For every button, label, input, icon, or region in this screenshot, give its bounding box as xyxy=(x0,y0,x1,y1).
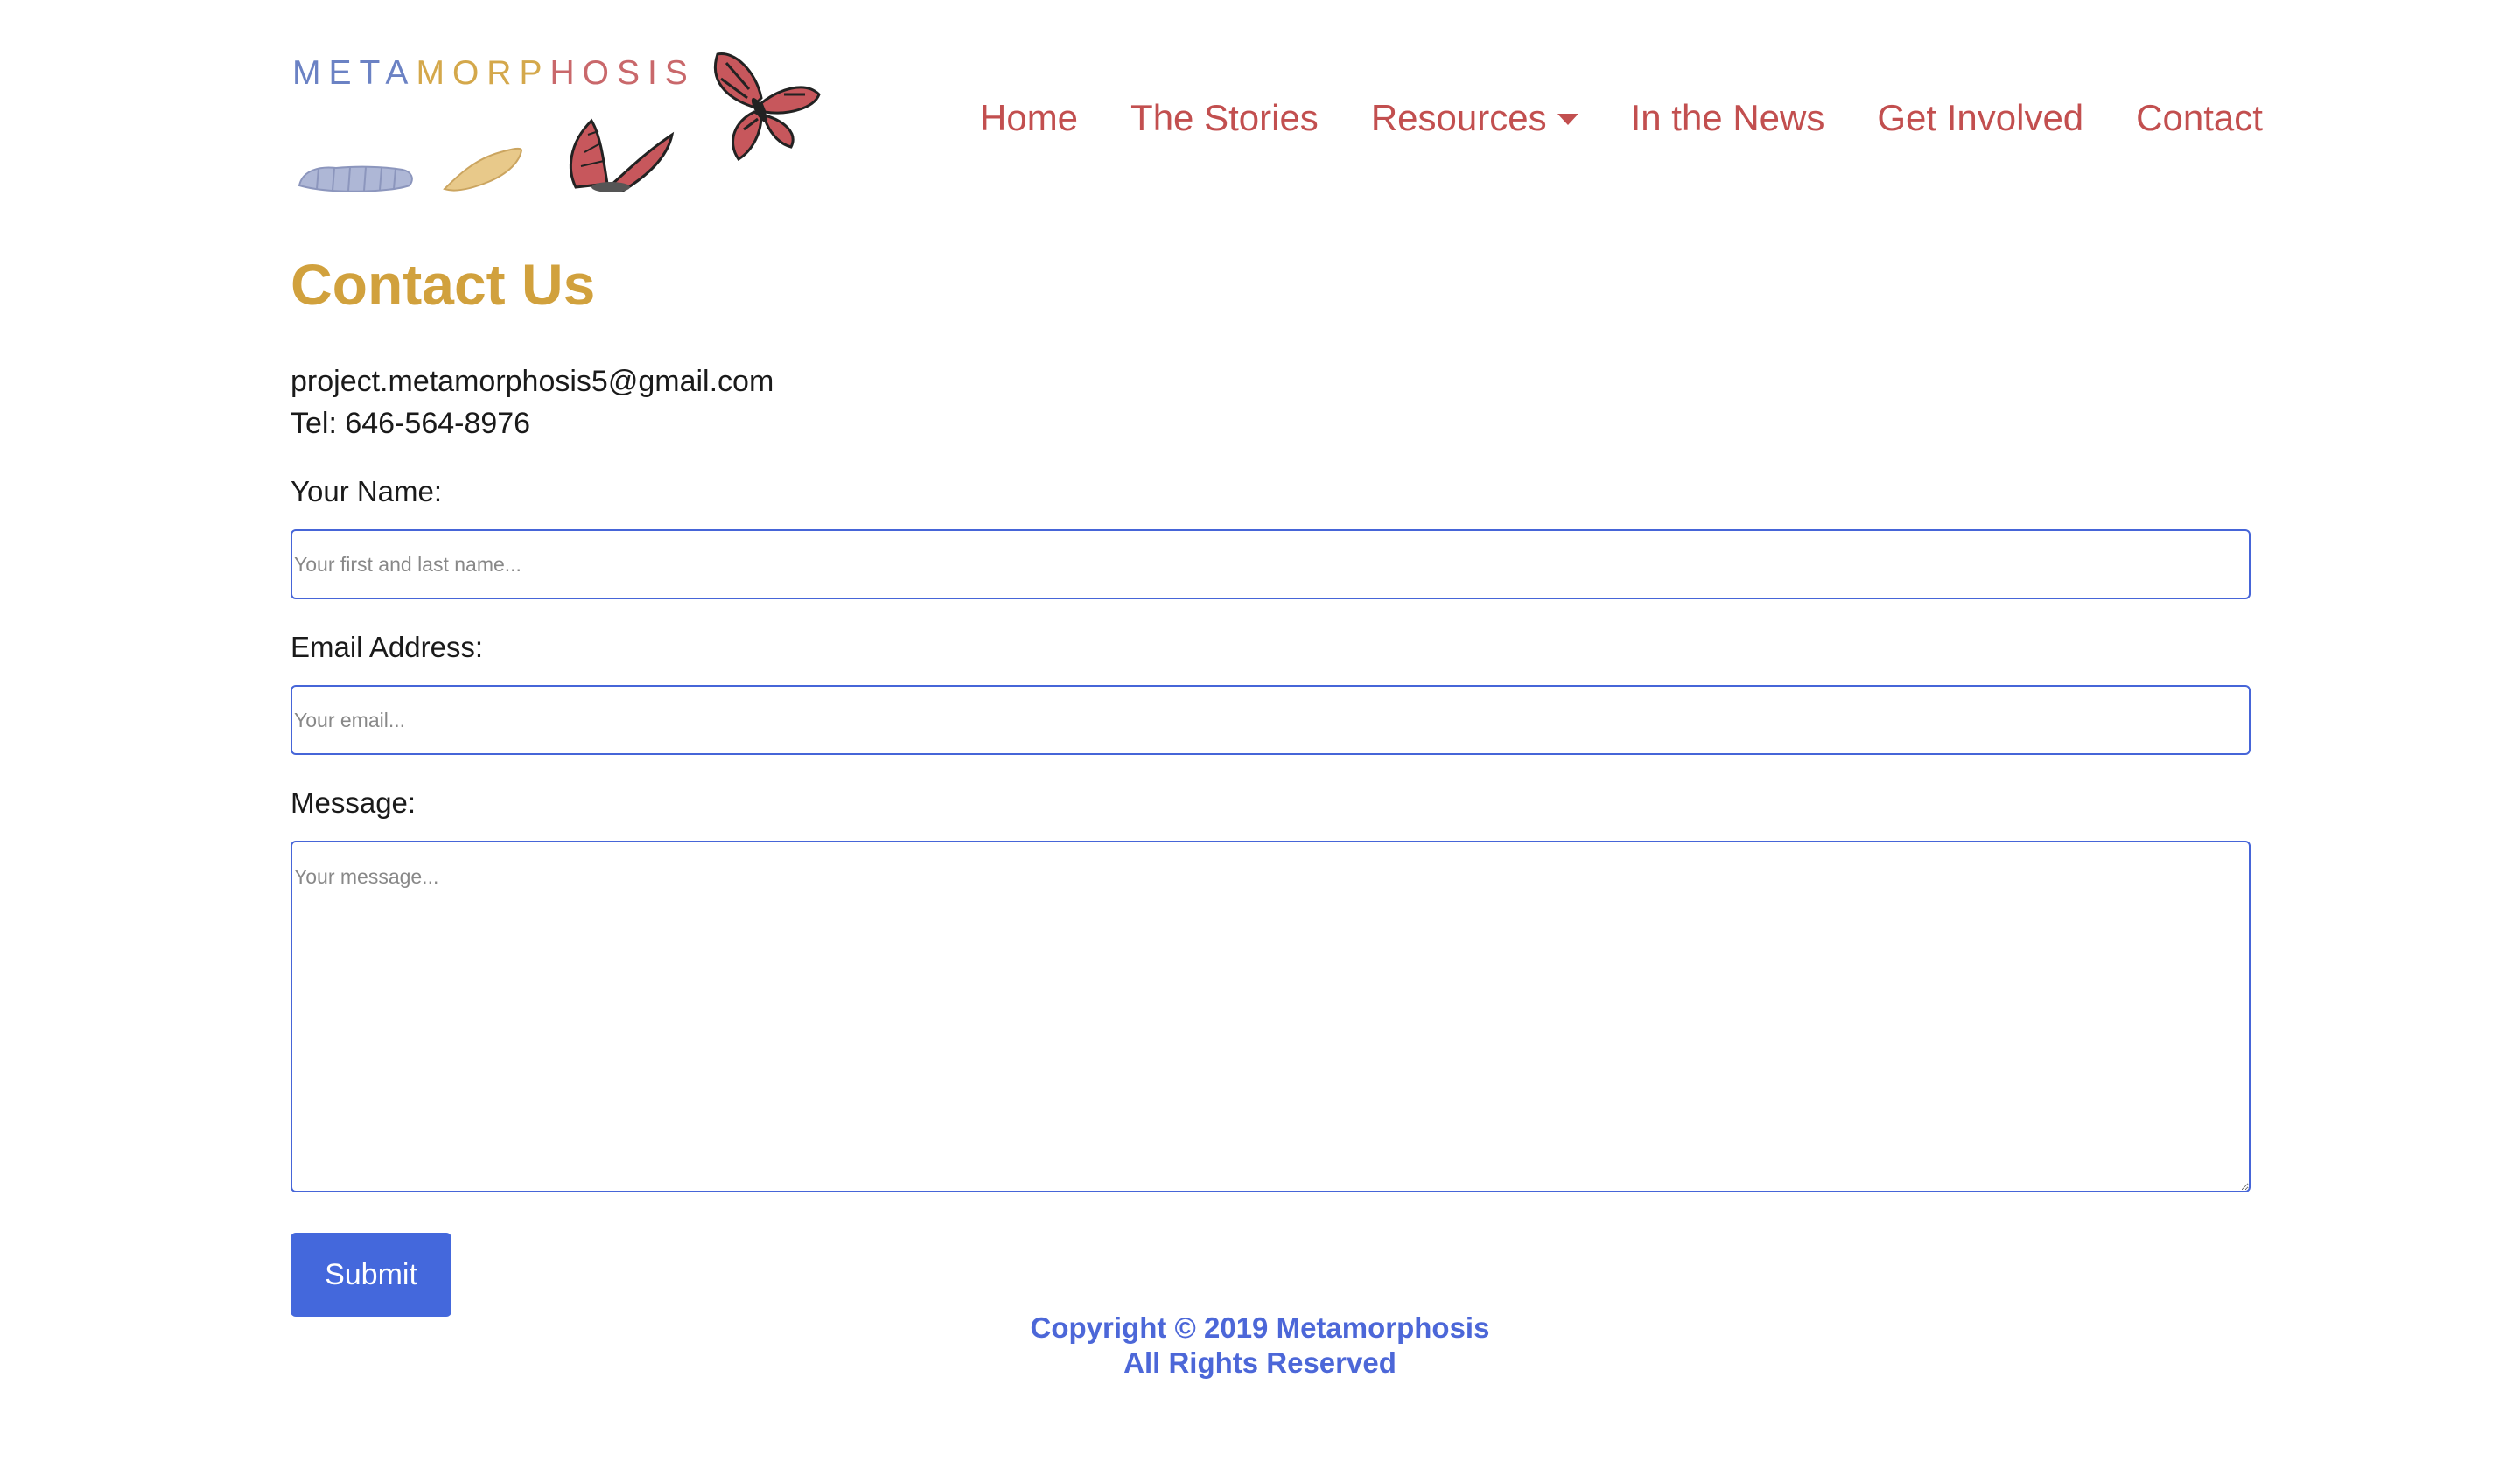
nav-in-the-news[interactable]: In the News xyxy=(1631,97,1825,139)
email-label: Email Address: xyxy=(290,631,484,663)
main-nav: Home The Stories Resources In the News G… xyxy=(980,92,2263,144)
logo-wordmark-part-1: META xyxy=(292,54,416,92)
logo-wordmark-part-3: HOSIS xyxy=(550,54,696,92)
footer-copyright: Copyright © 2019 Metamorphosis xyxy=(1030,1311,1490,1344)
butterfly-icon xyxy=(713,52,821,162)
page-title: Contact Us xyxy=(290,252,596,317)
contact-email: project.metamorphosis5@gmail.com xyxy=(290,365,774,398)
nav-contact[interactable]: Contact xyxy=(2136,97,2263,139)
site-logo[interactable]: METAMORPHOSIS xyxy=(289,45,831,203)
site-footer: Copyright © 2019 Metamorphosis All Right… xyxy=(0,1311,2520,1381)
contact-phone: Tel: 646-564-8976 xyxy=(290,407,531,440)
nav-get-involved-label: Get Involved xyxy=(1877,97,2084,138)
nav-home-label: Home xyxy=(980,97,1079,138)
nav-contact-label: Contact xyxy=(2136,97,2263,138)
logo-wordmark-part-2: MORP xyxy=(416,54,550,92)
nav-home[interactable]: Home xyxy=(980,97,1078,139)
nav-resources-label: Resources xyxy=(1370,97,1547,138)
contact-info: project.metamorphosis5@gmail.com Tel: 64… xyxy=(290,360,2250,444)
nav-resources-dropdown[interactable]: Resources xyxy=(1371,97,1578,139)
contact-section: Contact Us project.metamorphosis5@gmail.… xyxy=(290,245,2250,1317)
nav-the-stories-label: The Stories xyxy=(1130,97,1319,138)
emerging-butterfly-icon xyxy=(570,118,675,192)
caterpillar-icon xyxy=(298,165,413,192)
nav-get-involved[interactable]: Get Involved xyxy=(1877,97,2083,139)
site-header: METAMORPHOSIS Home The Stories Resources… xyxy=(0,0,2520,227)
caret-down-icon xyxy=(1557,113,1578,125)
name-input[interactable] xyxy=(290,529,2250,599)
nav-in-the-news-label: In the News xyxy=(1630,97,1825,138)
message-label: Message: xyxy=(290,786,416,819)
submit-button[interactable]: Submit xyxy=(290,1233,452,1317)
chrysalis-icon xyxy=(443,147,523,192)
nav-the-stories[interactable]: The Stories xyxy=(1130,97,1319,139)
name-label: Your Name: xyxy=(290,475,443,507)
email-input[interactable] xyxy=(290,685,2250,755)
footer-rights: All Rights Reserved xyxy=(1124,1346,1396,1379)
logo-wordmark: METAMORPHOSIS xyxy=(292,54,696,93)
message-textarea[interactable] xyxy=(290,841,2250,1192)
